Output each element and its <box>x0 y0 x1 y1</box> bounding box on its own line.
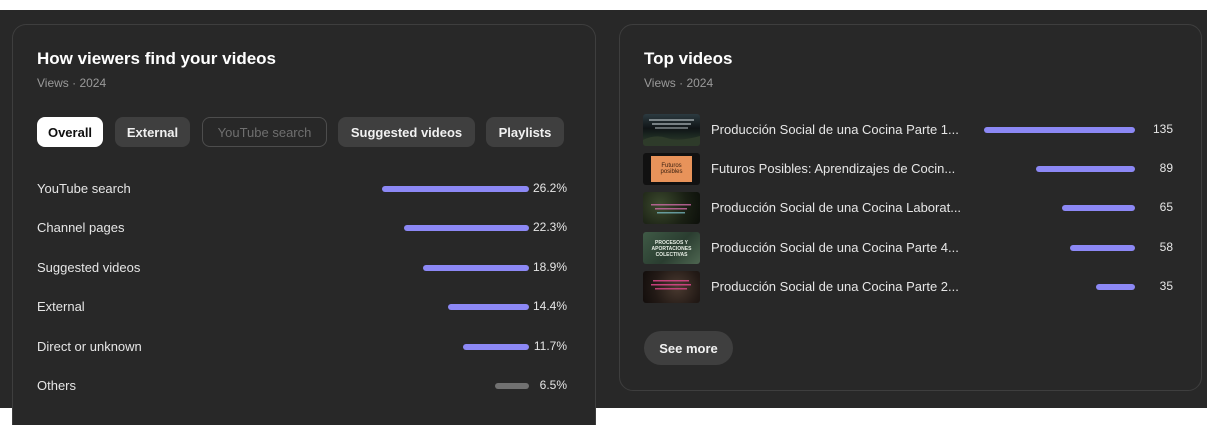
green-text-thumb: PROCESOS Y APORTACIONES COLECTIVAS <box>651 240 692 258</box>
tab-external-label: External <box>126 124 179 140</box>
video-views-bar <box>984 127 1135 133</box>
see-more-button[interactable]: See more <box>644 331 733 365</box>
top-videos-subtitle: Views · 2024 <box>644 76 714 90</box>
video-views: 65 <box>1159 200 1173 214</box>
source-percent: 18.9% <box>532 260 567 274</box>
source-percent: 14.4% <box>532 299 567 313</box>
source-label: Others <box>37 378 77 393</box>
analytics-panel: How viewers find your videos Views · 202… <box>0 10 1207 425</box>
orange-card-thumb: Futuros posibles <box>651 156 692 182</box>
video-views: 58 <box>1159 240 1173 254</box>
traffic-source-row: Channel pages 22.3% <box>37 218 567 238</box>
top-videos-title: Top videos <box>644 49 733 68</box>
source-percent: 22.3% <box>532 220 567 234</box>
tab-overall[interactable]: Overall <box>37 117 103 147</box>
traffic-card-title: How viewers find your videos <box>37 49 277 68</box>
forest-thumb-art <box>651 204 691 214</box>
tab-overall-label: Overall <box>47 124 93 140</box>
source-label: Direct or unknown <box>37 339 142 354</box>
traffic-source-row: Suggested videos 18.9% <box>37 258 567 278</box>
see-more-label: See more <box>659 340 718 356</box>
video-title[interactable]: Futuros Posibles: Aprendizajes de Cocin.… <box>711 161 955 176</box>
tab-youtube-search[interactable]: YouTube search <box>202 117 327 147</box>
source-bar <box>463 344 529 350</box>
traffic-sources-card: How viewers find your videos Views · 202… <box>12 24 596 425</box>
video-views: 135 <box>1152 122 1173 136</box>
tab-youtube-search-label: YouTube search <box>217 124 312 140</box>
video-title[interactable]: Producción Social de una Cocina Parte 4.… <box>711 240 959 255</box>
video-thumbnail[interactable] <box>643 192 700 224</box>
source-bar <box>382 186 529 192</box>
video-views-bar <box>1062 205 1135 211</box>
video-views: 89 <box>1159 161 1173 175</box>
source-bar <box>423 265 529 271</box>
video-views-bar <box>1070 245 1135 251</box>
traffic-source-row: Direct or unknown 11.7% <box>37 337 567 357</box>
source-label: External <box>37 299 85 314</box>
video-row[interactable]: Futuros posibles Futuros Posibles: Apren… <box>643 153 1173 185</box>
source-label: YouTube search <box>37 181 131 196</box>
video-title[interactable]: Producción Social de una Cocina Parte 1.… <box>711 122 959 137</box>
video-thumbnail[interactable] <box>643 271 700 303</box>
traffic-source-row: External 14.4% <box>37 297 567 317</box>
video-views-bar <box>1095 284 1135 290</box>
video-thumbnail[interactable]: Futuros posibles <box>643 153 700 185</box>
traffic-source-row: YouTube search 26.2% <box>37 179 567 199</box>
video-views: 35 <box>1159 279 1173 293</box>
video-row[interactable]: Producción Social de una Cocina Laborat.… <box>643 192 1173 224</box>
traffic-card-subtitle: Views · 2024 <box>37 76 107 90</box>
tab-playlists-label: Playlists <box>498 124 552 140</box>
traffic-source-row: Others 6.5% <box>37 376 567 396</box>
video-thumbnail[interactable] <box>643 114 700 146</box>
source-bar <box>448 304 529 310</box>
tab-suggested-videos[interactable]: Suggested videos <box>338 117 475 147</box>
forest-pink-thumb-art <box>651 280 691 290</box>
source-bar <box>494 383 529 389</box>
tab-playlists[interactable]: Playlists <box>486 117 564 147</box>
video-thumbnail[interactable]: PROCESOS Y APORTACIONES COLECTIVAS <box>643 232 700 264</box>
video-title[interactable]: Producción Social de una Cocina Laborat.… <box>711 200 961 215</box>
video-views-bar <box>1035 166 1135 172</box>
tab-external[interactable]: External <box>115 117 190 147</box>
landscape-thumb-art <box>643 119 700 146</box>
source-percent: 6.5% <box>539 378 567 392</box>
video-row[interactable]: PROCESOS Y APORTACIONES COLECTIVAS Produ… <box>643 232 1173 264</box>
source-percent: 11.7% <box>533 339 567 353</box>
source-percent: 26.2% <box>532 181 567 195</box>
video-row[interactable]: Producción Social de una Cocina Parte 2.… <box>643 271 1173 303</box>
source-bar <box>403 225 529 231</box>
tab-suggested-videos-label: Suggested videos <box>350 124 463 140</box>
video-title[interactable]: Producción Social de una Cocina Parte 2.… <box>711 279 959 294</box>
top-videos-card: Top videos Views · 2024 Producción Socia… <box>619 24 1202 391</box>
video-row[interactable]: Producción Social de una Cocina Parte 1.… <box>643 114 1173 146</box>
source-label: Suggested videos <box>37 260 141 275</box>
source-label: Channel pages <box>37 220 125 235</box>
